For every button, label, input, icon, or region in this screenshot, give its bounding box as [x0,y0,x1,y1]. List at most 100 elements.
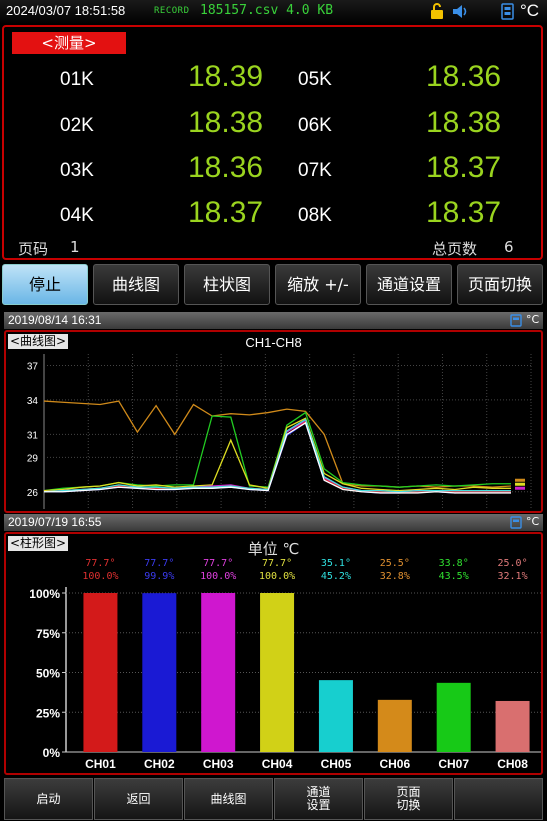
x-tick-label: CH03 [203,757,234,771]
percent-label: 32.1% [498,571,528,582]
curve-chart-panel: <曲线图> CH1-CH8 37 34 31 29 26 [4,330,543,513]
usb-icon [501,3,514,20]
unit-label: °C [520,1,540,20]
usb-icon [510,516,522,529]
channel-value: 18.37 [426,151,502,184]
stop-button[interactable]: 停止 [2,264,88,305]
channel-value: 18.36 [426,60,502,93]
temperature-label: 77.7° [85,558,115,569]
usb-icon [510,314,522,327]
channel-settings-button[interactable]: 通道设置 [366,264,452,305]
bar [318,680,353,752]
y-tick-label: 75% [36,627,60,641]
bar [377,699,412,752]
percent-label: 45.2% [321,571,351,582]
curve-datetime: 2019/08/14 16:31 [8,313,102,327]
temperature-label: 77.7° [203,558,233,569]
x-tick-label: CH02 [144,757,175,771]
y-tick-label: 31 [27,430,39,441]
x-tick-label: CH05 [321,757,352,771]
unit-label: °C [526,515,540,528]
channel-name: 08K [298,205,332,226]
channel-name: 06K [298,115,332,136]
channel-name: 04K [60,205,94,226]
y-tick-label: 100% [29,587,60,601]
percent-label: 100.0% [259,571,295,582]
x-tick-label: CH06 [379,757,410,771]
curve-header: 2019/08/14 16:31 °C [4,312,543,329]
measure-title: <测量> [12,32,126,54]
channel-settings-button[interactable]: 通道 设置 [274,778,363,820]
bar [142,593,177,752]
bar-datetime: 2019/07/19 16:55 [8,515,102,529]
channel-name: 01K [60,69,94,90]
record-label: RECORD [154,6,190,16]
back-button[interactable]: 返回 [94,778,183,820]
page-value: 1 [70,238,80,256]
percent-label: 100.0% [200,571,236,582]
temperature-label: 35.1° [321,558,351,569]
percent-label: 99.9% [144,571,174,582]
empty-button[interactable] [454,778,543,820]
channel-name: 02K [60,115,94,136]
bar [260,593,295,752]
total-pages-label: 总页数 [432,240,478,258]
status-datetime: 2024/03/07 18:51:58 [6,3,126,18]
status-bar: 2024/03/07 18:51:58 RECORD 185157.csv 4.… [0,0,547,24]
channel-value: 18.37 [188,196,264,229]
channel-value: 18.38 [188,106,264,139]
percent-label: 43.5% [439,571,469,582]
y-tick-label: 34 [27,396,39,407]
zoom-button[interactable]: 缩放 +/- [275,264,361,305]
unit-label: °C [526,313,540,326]
bar-chart-panel: <柱形图> 单位 ℃ 100% 75% 50% 25% 0% 77.7° 100.0% CH0… [4,532,543,775]
series-end-marker [515,482,525,486]
speaker-icon[interactable] [452,3,470,20]
bar-chart: 100% 75% 50% 25% 0% 77.7° 100.0% CH01 77.7° 99.9%… [29,558,541,771]
total-pages-value: 6 [504,238,514,256]
record-file: 185157.csv 4.0 KB [200,3,334,18]
bar [201,593,236,752]
y-tick-label: 25% [36,706,60,720]
series-end-marker [515,478,525,482]
channel-name: 05K [298,69,332,90]
series-line [43,400,512,488]
x-tick-label: CH07 [438,757,469,771]
y-tick-label: 0% [43,746,61,760]
temperature-label: 25.0° [498,558,528,569]
start-button[interactable]: 启动 [4,778,93,820]
curve-chart-button[interactable]: 曲线图 [184,778,273,820]
series-line [43,411,511,492]
x-tick-label: CH01 [85,757,116,771]
channel-value: 18.38 [426,106,502,139]
y-tick-label: 26 [27,488,39,499]
channel-value: 18.37 [426,196,502,229]
y-tick-label: 37 [27,361,39,372]
curve-chart-button[interactable]: 曲线图 [93,264,179,305]
page-switch-button[interactable]: 页面 切换 [364,778,453,820]
y-tick-label: 50% [36,667,60,681]
channel-name: 07K [298,160,332,181]
unlock-icon[interactable] [430,3,444,20]
y-tick-label: 29 [27,453,39,464]
x-tick-label: CH04 [262,757,293,771]
line-chart: 37 34 31 29 26 [27,354,532,509]
series-end-marker [515,486,525,490]
temperature-label: 77.7° [144,558,174,569]
percent-label: 100.0% [82,571,118,582]
temperature-label: 77.7° [262,558,292,569]
bar [436,682,471,752]
measure-panel: <测量> 01K 18.39 02K 18.38 03K 18.36 04K 1… [2,25,543,260]
temperature-label: 33.8° [439,558,469,569]
channel-name: 03K [60,160,94,181]
bar [83,593,118,752]
bar-chart-button[interactable]: 柱状图 [184,264,270,305]
channel-value: 18.39 [188,60,264,93]
page-switch-button[interactable]: 页面切换 [457,264,543,305]
page-label: 页码 [18,240,49,258]
temperature-label: 25.5° [380,558,410,569]
percent-label: 32.8% [380,571,410,582]
x-tick-label: CH08 [497,757,528,771]
channel-value: 18.36 [188,151,264,184]
bar [495,700,530,752]
